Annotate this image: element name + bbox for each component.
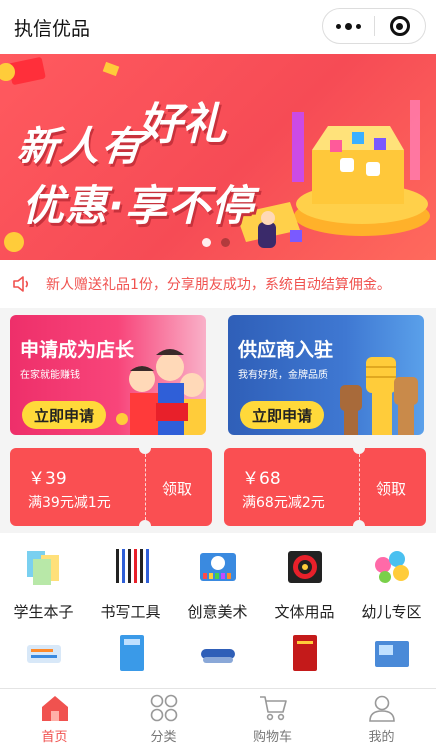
category-label: 创意美术 [187,603,248,621]
tab-profile[interactable]: 我的 [327,689,436,748]
category-creative-art[interactable]: 创意美术 [174,545,261,622]
mini-program-capsule [322,8,426,44]
stapler-icon [200,649,235,663]
category-label: 文体用品 [274,603,335,621]
coupon-notch [353,442,365,454]
toys-icon [374,551,409,583]
tab-home[interactable]: 首页 [0,689,109,748]
pencil-case-icon [26,645,61,663]
tab-category[interactable]: 分类 [109,689,218,748]
app-header: 执信优品 [0,0,436,54]
storage-box-icon [374,641,409,667]
app-title: 执信优品 [14,17,91,40]
claim-coupon-button[interactable]: 领取 [376,478,406,499]
pager-dot[interactable] [221,238,230,247]
hero-banner[interactable]: 新人有 好礼 优惠·享不停 [0,54,436,260]
banner-headline-1b: 好礼 [138,99,226,150]
coupon-amount: ￥68 [242,469,281,489]
announcement-bar[interactable]: 新人赠送礼品1份，分享朋友成功，系统自动结算佣金。 [0,260,436,308]
certificate-icon [292,635,317,671]
coupon-amount: ￥39 [28,469,67,489]
coupon-card[interactable]: ￥68 满68元减2元 领取 [224,442,426,532]
more-menu-button[interactable] [323,9,374,43]
coupon-notch [353,520,365,532]
tab-label: 分类 [150,730,177,745]
tab-label: 我的 [368,730,395,745]
category-item[interactable] [261,631,348,677]
pager-dot-active[interactable] [202,238,211,247]
category-writing-tools[interactable]: 书写工具 [87,545,174,622]
claim-coupon-button[interactable]: 领取 [162,478,192,499]
user-icon [368,695,395,722]
tab-cart[interactable]: 购物车 [218,689,327,748]
bottom-tab-bar: 首页 分类 购物车 我的 [0,688,436,748]
folder-icon [119,635,144,671]
coupon-condition: 满68元减2元 [242,495,325,511]
category-item[interactable] [174,631,261,677]
coupon-notch [139,520,151,532]
category-label: 书写工具 [100,603,161,621]
pens-icon [115,549,149,583]
coupon-notch [139,442,151,454]
cart-icon [259,696,287,721]
more-dots-icon [335,22,361,30]
coupon-card[interactable]: ￥39 满39元减1元 领取 [10,442,212,532]
close-mini-program-button[interactable] [375,9,426,43]
close-target-icon [389,16,410,36]
category-student-notebooks[interactable]: 学生本子 [0,545,87,622]
banner-pagination [202,238,230,247]
art-supplies-icon [199,553,236,581]
promo-subtitle: 在家就能赚钱 [20,370,80,381]
category-item[interactable] [0,631,87,677]
banner-headline-1: 新人有 [15,124,146,170]
promo-title: 申请成为店长 [20,339,135,361]
coupon-divider [145,454,146,520]
category-label: 幼儿专区 [361,603,422,621]
apply-now-button[interactable]: 立即申请 [240,401,325,429]
category-kids-zone[interactable]: 幼儿专区 [348,545,435,622]
promo-title: 供应商入驻 [238,339,334,361]
category-item[interactable] [87,631,174,677]
category-label: 学生本子 [13,603,74,621]
dartboard-icon [287,551,322,583]
tab-label: 购物车 [252,730,292,745]
notebook-icon [26,551,59,585]
category-item[interactable] [348,631,435,677]
speaker-icon [13,276,29,292]
coupon-divider [359,454,360,520]
coupon-condition: 满39元减1元 [28,495,111,511]
announcement-text: 新人赠送礼品1份，分享朋友成功，系统自动结算佣金。 [46,277,391,293]
banner-headline-2: 优惠·享不停 [22,181,254,230]
category-grid: 学生本子 书写工具 创意美术 文体用品 幼儿专区 [0,533,436,688]
supplier-join-card[interactable]: 供应商入驻 我有好货，金牌品质 立即申请 [228,315,424,435]
category-stationery-sports[interactable]: 文体用品 [261,545,348,622]
home-icon [41,696,68,721]
category-icon [150,694,177,722]
page: 执信优品 新人有 好礼 优惠·享不停 新人赠送礼品1份，分享朋友成功，系统自动结… [0,0,436,748]
shop-owner-apply-card[interactable]: 申请成为店长 在家就能赚钱 立即申请 [10,315,206,435]
promo-subtitle: 我有好货，金牌品质 [238,370,328,381]
apply-now-button[interactable]: 立即申请 [22,401,107,429]
tab-label: 首页 [41,730,68,745]
